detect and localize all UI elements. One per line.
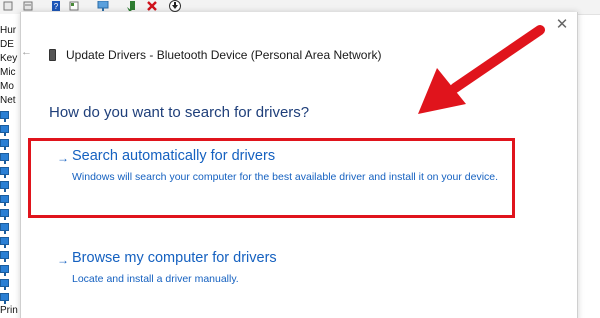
svg-text:?: ? (54, 2, 59, 11)
tree-row[interactable] (0, 290, 20, 304)
close-icon[interactable]: ✕ (554, 17, 570, 33)
dialog-title: Update Drivers - Bluetooth Device (Perso… (66, 48, 382, 62)
arrow-right-icon: → (57, 151, 69, 165)
tree-row[interactable]: Prin (0, 304, 20, 318)
network-adapter-icon (0, 279, 9, 290)
page-heading: How do you want to search for drivers? (49, 104, 310, 121)
tree-row[interactable] (0, 206, 20, 220)
tree-row[interactable] (0, 234, 20, 248)
tree-row[interactable]: Mo (0, 80, 20, 94)
option-description: Locate and install a driver manually. (72, 273, 239, 285)
tree-row[interactable] (0, 220, 20, 234)
arrow-right-icon: → (57, 253, 69, 267)
network-adapter-icon (0, 293, 9, 304)
monitor-icon[interactable] (96, 0, 110, 12)
tree-row[interactable] (0, 276, 20, 290)
device-icon (49, 49, 56, 61)
properties-icon[interactable] (2, 0, 14, 12)
tree-row[interactable]: DE (0, 38, 20, 52)
tree-row[interactable] (0, 178, 20, 192)
network-adapter-icon (0, 237, 9, 248)
browse-computer-option[interactable]: → Browse my computer for drivers Locate … (37, 244, 507, 310)
network-adapter-icon (0, 265, 9, 276)
network-adapter-icon (0, 167, 9, 178)
option-title: Browse my computer for drivers (72, 250, 277, 266)
network-adapter-icon (0, 153, 9, 164)
network-adapter-icon (0, 209, 9, 220)
update-driver-icon[interactable] (126, 0, 138, 12)
tree-row[interactable] (0, 248, 20, 262)
network-adapter-icon (0, 125, 9, 136)
network-adapter-icon (0, 195, 9, 206)
tree-row[interactable] (0, 262, 20, 276)
tree-row[interactable]: Mic (0, 66, 20, 80)
update-drivers-dialog: ✕ ← Update Drivers - Bluetooth Device (P… (20, 12, 578, 318)
tree-row[interactable] (0, 192, 20, 206)
list-icon[interactable] (22, 0, 34, 12)
network-adapter-icon (0, 181, 9, 192)
network-adapter-icon (0, 139, 9, 150)
network-adapter-icon (0, 251, 9, 262)
option-description: Windows will search your computer for th… (72, 171, 499, 183)
help-icon[interactable]: ? (50, 0, 62, 12)
tree-row[interactable]: Hur (0, 24, 20, 38)
tree-row[interactable] (0, 108, 20, 122)
back-arrow-icon[interactable]: ← (21, 46, 32, 58)
tree-row[interactable] (0, 122, 20, 136)
tree-row[interactable]: Net (0, 94, 20, 108)
network-adapter-icon (0, 111, 9, 122)
tree-row[interactable] (0, 136, 20, 150)
search-automatically-option[interactable]: → Search automatically for drivers Windo… (37, 142, 507, 208)
uninstall-icon[interactable] (146, 0, 158, 12)
tree-row[interactable] (0, 150, 20, 164)
tree-row[interactable]: Key (0, 52, 20, 66)
option-title: Search automatically for drivers (72, 148, 276, 164)
screen: ? Hur DE Key Mic Mo Net Prin ✕ ← Update Driver… (0, 0, 600, 318)
network-adapter-icon (0, 223, 9, 234)
view-icon[interactable] (68, 0, 80, 12)
device-tree: Hur DE Key Mic Mo Net Prin (0, 14, 20, 318)
tree-row[interactable] (0, 164, 20, 178)
download-icon[interactable] (168, 0, 182, 12)
